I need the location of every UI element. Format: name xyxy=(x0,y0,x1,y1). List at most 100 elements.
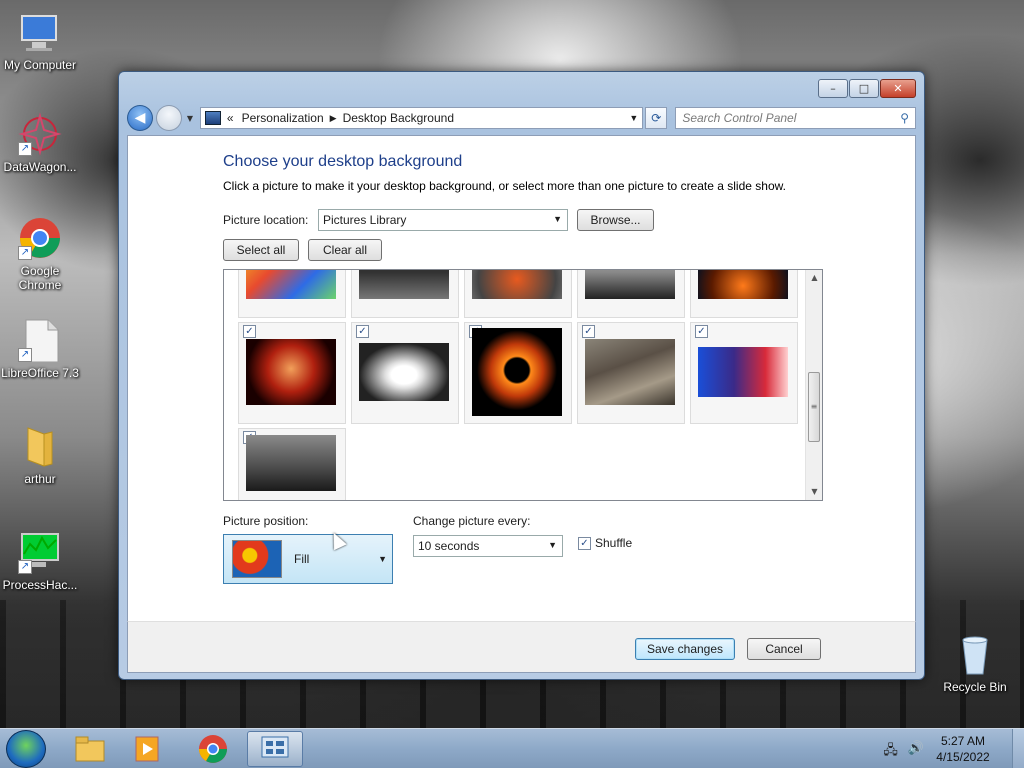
shuffle-label: Shuffle xyxy=(595,536,633,550)
chevron-down-icon: ▼ xyxy=(553,214,562,224)
scroll-up-arrow-icon[interactable]: ▲ xyxy=(806,270,822,286)
address-dropdown-icon[interactable]: ▼ xyxy=(629,113,638,123)
wallpaper-thumbnail xyxy=(585,339,675,405)
chrome-icon xyxy=(199,735,227,763)
scrollbar-thumb[interactable]: ≡ xyxy=(808,372,820,442)
forward-button[interactable] xyxy=(155,105,182,131)
clock-date: 4/15/2022 xyxy=(936,750,990,764)
wallpaper-tile[interactable] xyxy=(351,270,459,318)
cancel-button[interactable]: Cancel xyxy=(747,638,821,660)
wallpaper-thumbnail xyxy=(472,328,562,416)
shortcut-arrow-icon: ↗ xyxy=(18,348,32,362)
picture-position-preview xyxy=(232,540,282,578)
change-interval-value: 10 seconds xyxy=(418,539,480,553)
taskbar-media-player[interactable] xyxy=(120,731,176,767)
wallpaper-tile[interactable] xyxy=(238,270,346,318)
refresh-button[interactable]: ⟳ xyxy=(645,107,668,129)
clear-all-button[interactable]: Clear all xyxy=(308,239,382,261)
wallpaper-tile[interactable]: ✓ xyxy=(351,322,459,424)
clock-time: 5:27 AM xyxy=(940,734,986,748)
wallpaper-thumbnail xyxy=(359,343,449,401)
folder-icon xyxy=(18,424,62,468)
desktop-icon-processhacker[interactable]: ↗ ProcessHac... xyxy=(0,530,80,592)
wallpaper-tile[interactable]: ✓ xyxy=(577,322,685,424)
window-footer: Save changes Cancel xyxy=(127,621,916,673)
taskbar-clock[interactable]: 5:27 AM 4/15/2022 xyxy=(928,733,998,765)
volume-icon[interactable]: 🔊 xyxy=(908,741,924,763)
tile-checkbox[interactable]: ✓ xyxy=(582,325,595,338)
desktop-icon-google-chrome[interactable]: ↗ Google Chrome xyxy=(0,216,80,292)
breadcrumb-separator-icon[interactable]: ▶ xyxy=(330,113,337,124)
show-desktop-button[interactable] xyxy=(1012,729,1024,768)
document-icon: ↗ xyxy=(18,318,62,363)
desktop-icon-label: LibreOffice 7.3 xyxy=(1,366,79,380)
picture-location-select[interactable]: Pictures Library ▼ xyxy=(318,209,568,231)
wallpaper-thumbnail xyxy=(246,270,336,299)
wallpaper-tile[interactable]: ✓ xyxy=(690,322,798,424)
recent-pages-dropdown[interactable]: ▼ xyxy=(184,114,196,123)
search-input[interactable]: Search Control Panel ⚲ xyxy=(675,107,916,129)
back-button[interactable]: ◀ xyxy=(127,105,153,131)
taskbar-explorer[interactable] xyxy=(62,731,118,767)
folder-icon xyxy=(75,736,105,762)
tile-checkbox[interactable]: ✓ xyxy=(695,325,708,338)
change-interval-select[interactable]: 10 seconds ▼ xyxy=(413,535,563,557)
wallpaper-thumbnail xyxy=(585,270,675,299)
select-all-button[interactable]: Select all xyxy=(223,239,299,261)
minimize-button[interactable]: – xyxy=(818,79,848,98)
wallpaper-tile[interactable]: ✓ xyxy=(238,428,346,500)
picture-position-select[interactable]: Fill ▼ xyxy=(223,534,393,584)
process-monitor-icon: ↗ xyxy=(18,530,62,574)
address-bar[interactable]: « Personalization ▶ Desktop Background ▼ xyxy=(199,107,644,129)
desktop-icon-recycle-bin[interactable]: Recycle Bin xyxy=(935,632,1015,694)
wallpaper-thumbnail xyxy=(246,435,336,491)
datawagon-icon: ↗ xyxy=(18,112,62,156)
shortcut-arrow-icon: ↗ xyxy=(18,560,32,574)
browse-button[interactable]: Browse... xyxy=(577,209,654,231)
wallpaper-tile[interactable] xyxy=(690,270,798,318)
chevron-down-icon: ▼ xyxy=(548,540,557,550)
save-changes-button[interactable]: Save changes xyxy=(635,638,735,660)
tile-checkbox[interactable]: ✓ xyxy=(243,325,256,338)
shuffle-checkbox[interactable]: ✓ Shuffle xyxy=(578,536,632,550)
address-overflow-chevron[interactable]: « xyxy=(227,111,234,125)
tile-checkbox[interactable]: ✓ xyxy=(356,325,369,338)
desktop-icon-label: DataWagon... xyxy=(3,160,77,174)
control-panel-icon xyxy=(204,111,221,125)
search-icon[interactable]: ⚲ xyxy=(900,111,909,125)
gallery-scrollbar[interactable]: ▲ ≡ ▼ xyxy=(805,270,822,500)
desktop-icon-libreoffice[interactable]: ↗ LibreOffice 7.3 xyxy=(0,318,80,380)
breadcrumb-desktop-background[interactable]: Desktop Background xyxy=(343,111,454,125)
desktop-icon-arthur[interactable]: arthur xyxy=(0,424,80,486)
system-tray: 🖧 🔊 xyxy=(883,741,924,763)
taskbar-control-panel[interactable] xyxy=(247,731,303,767)
wallpaper-tile[interactable] xyxy=(577,270,685,318)
wallpaper-thumbnail xyxy=(698,270,788,299)
taskbar-chrome[interactable] xyxy=(185,731,241,767)
navigation-bar: ◀ ▼ « Personalization ▶ Desktop Backgrou… xyxy=(127,103,916,133)
wallpaper-thumbnail xyxy=(246,339,336,405)
shuffle-check-icon[interactable]: ✓ xyxy=(578,536,591,550)
wallpaper-tile[interactable]: ✓ xyxy=(464,322,572,424)
network-icon[interactable]: 🖧 xyxy=(883,741,898,763)
breadcrumb-personalization[interactable]: Personalization xyxy=(242,111,324,125)
desktop-icon-label: arthur xyxy=(24,472,56,486)
change-picture-label: Change picture every: xyxy=(413,514,531,528)
start-button[interactable] xyxy=(6,730,46,768)
picture-position-label: Picture position: xyxy=(223,514,309,528)
wallpaper-tile[interactable] xyxy=(464,270,572,318)
desktop-background-window: – □ ✕ ◀ ▼ « Personalization ▶ Desktop Ba… xyxy=(118,71,925,680)
wallpaper-tile[interactable]: ✓ xyxy=(238,322,346,424)
shortcut-arrow-icon: ↗ xyxy=(18,246,32,260)
desktop-icon-datawagon[interactable]: ↗ DataWagon... xyxy=(0,112,80,174)
wallpaper-thumbnail xyxy=(472,270,562,299)
picture-location-value: Pictures Library xyxy=(323,213,407,227)
wallpaper-thumbnail xyxy=(359,270,449,299)
close-button[interactable]: ✕ xyxy=(880,79,916,98)
computer-icon xyxy=(18,10,62,54)
picture-position-value: Fill xyxy=(294,552,310,566)
media-player-icon xyxy=(135,736,159,762)
maximize-button[interactable]: □ xyxy=(849,79,879,98)
scroll-down-arrow-icon[interactable]: ▼ xyxy=(806,484,822,500)
desktop-icon-my-computer[interactable]: My Computer xyxy=(0,10,80,72)
